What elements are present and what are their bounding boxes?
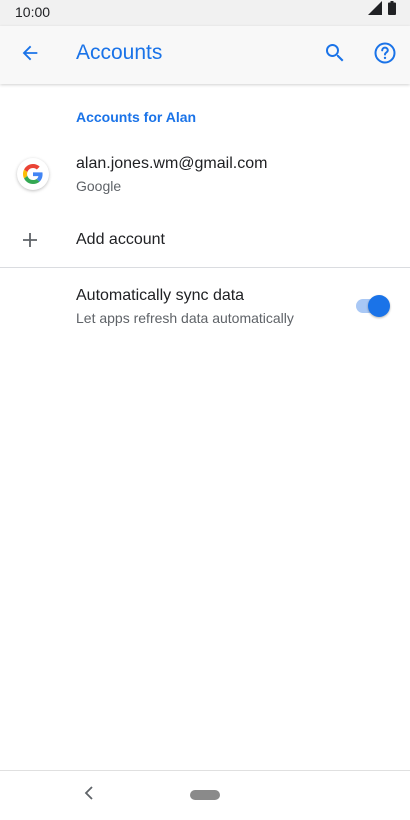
account-email: alan.jones.wm@gmail.com bbox=[76, 155, 268, 172]
nav-home-pill-icon[interactable] bbox=[190, 790, 220, 800]
page-title: Accounts bbox=[76, 41, 163, 64]
nav-back-icon bbox=[84, 785, 94, 805]
add-account-label: Add account bbox=[76, 231, 165, 248]
toggle-thumb bbox=[368, 295, 390, 317]
back-button[interactable] bbox=[14, 39, 46, 71]
help-button[interactable] bbox=[369, 39, 401, 71]
status-time: 10:00 bbox=[15, 4, 51, 20]
accounts-section-header: Accounts for Alan bbox=[76, 109, 197, 125]
battery-icon bbox=[388, 1, 396, 20]
auto-sync-toggle[interactable] bbox=[356, 295, 390, 317]
help-icon bbox=[373, 41, 397, 70]
auto-sync-item[interactable]: Automatically sync data Let apps refresh… bbox=[0, 276, 410, 336]
status-icons bbox=[368, 1, 396, 20]
auto-sync-summary: Let apps refresh data automatically bbox=[76, 310, 294, 326]
status-bar: 10:00 bbox=[0, 0, 410, 26]
account-provider: Google bbox=[76, 178, 122, 194]
app-bar: Accounts bbox=[0, 26, 410, 84]
search-icon bbox=[323, 41, 347, 70]
system-nav-bar bbox=[0, 771, 410, 820]
signal-icon bbox=[368, 1, 382, 20]
nav-back-button[interactable] bbox=[79, 783, 99, 807]
auto-sync-title: Automatically sync data bbox=[76, 287, 245, 304]
search-button[interactable] bbox=[319, 39, 351, 71]
plus-icon bbox=[18, 228, 42, 252]
google-g-icon bbox=[17, 158, 49, 190]
account-item-google[interactable]: alan.jones.wm@gmail.com Google bbox=[0, 142, 410, 206]
arrow-back-icon bbox=[19, 42, 41, 69]
section-divider bbox=[0, 267, 410, 268]
add-account-item[interactable]: Add account bbox=[0, 216, 410, 264]
